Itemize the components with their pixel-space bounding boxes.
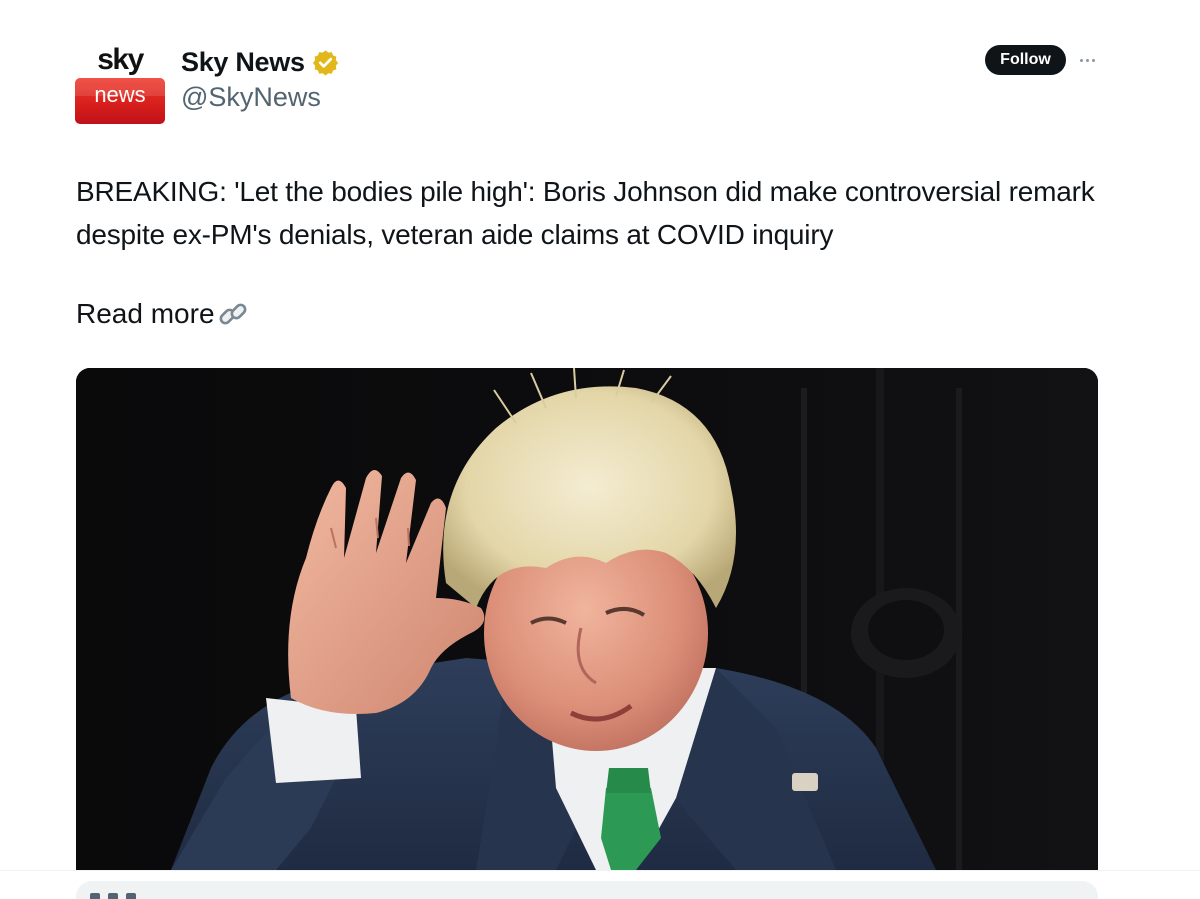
follow-button[interactable]: Follow bbox=[985, 45, 1066, 75]
tweet-text: BREAKING: 'Let the bodies pile high': Bo… bbox=[76, 176, 1095, 250]
partial-glyph bbox=[126, 893, 136, 899]
more-dot bbox=[1079, 58, 1083, 62]
avatar-logo-news-box: news bbox=[75, 78, 165, 124]
link-chain-icon bbox=[219, 303, 246, 324]
more-dot bbox=[1091, 58, 1095, 62]
verified-badge-icon bbox=[312, 49, 338, 76]
photo-illustration bbox=[76, 368, 1098, 870]
author-name-row: Sky News bbox=[181, 44, 339, 80]
avatar-logo-news-text: news bbox=[94, 82, 146, 107]
author-handle[interactable]: @SkyNews bbox=[181, 80, 321, 114]
reply-bar-partial[interactable] bbox=[76, 881, 1098, 899]
partial-cut-text bbox=[90, 893, 136, 899]
partial-glyph bbox=[90, 893, 100, 899]
tweet-media-photo[interactable] bbox=[76, 368, 1098, 870]
more-horizontal-icon[interactable] bbox=[1076, 48, 1098, 72]
sky-news-avatar[interactable]: sky news bbox=[75, 40, 165, 124]
more-dot bbox=[1085, 58, 1089, 62]
avatar-logo-sky-text: sky bbox=[97, 43, 144, 76]
partial-glyph bbox=[108, 893, 118, 899]
read-more-text: Read more bbox=[76, 298, 215, 329]
tweet-page: sky news Sky News @SkyNews Follow BREAKI… bbox=[0, 0, 1200, 899]
read-more-line[interactable]: Read more bbox=[76, 292, 250, 335]
author-display-name[interactable]: Sky News bbox=[181, 47, 305, 78]
